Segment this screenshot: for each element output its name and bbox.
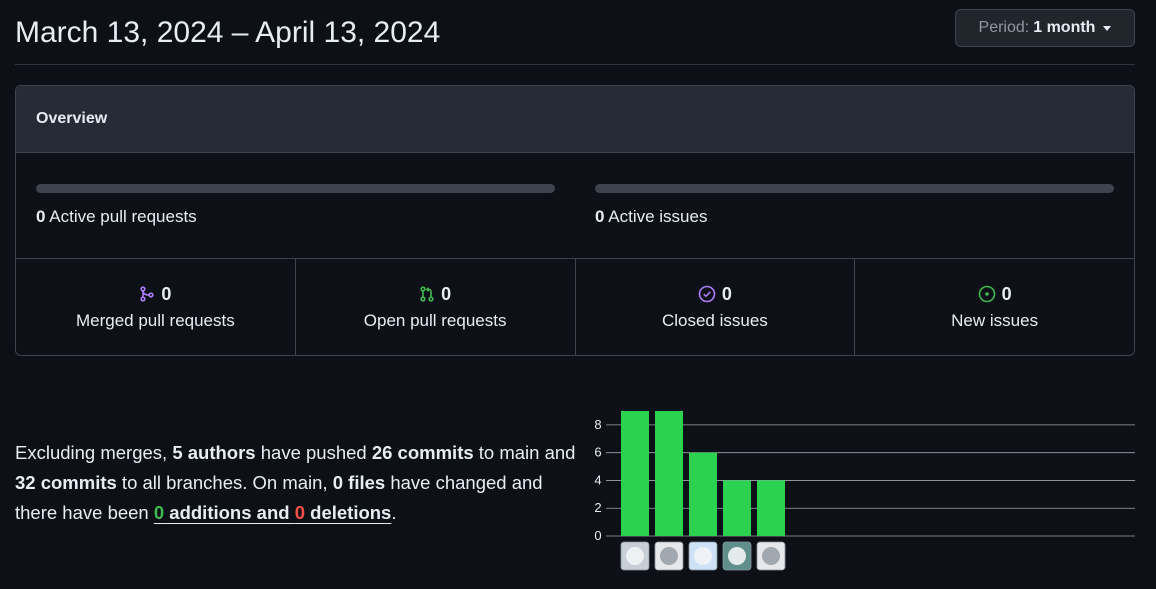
commit-bar[interactable]: [689, 452, 717, 536]
active-summary: 0 Active pull requests 0 Active issues: [16, 153, 1134, 259]
merged-pull-requests-count: 0: [161, 283, 172, 304]
summary-text: .: [391, 502, 397, 523]
closed-issues-count: 0: [721, 283, 732, 304]
avatar-face-icon: [694, 547, 712, 565]
active-issues-bar: [595, 184, 1114, 193]
avatar-face-icon: [660, 547, 678, 565]
y-tick-label: 6: [594, 445, 601, 460]
y-tick-label: 8: [594, 417, 601, 432]
additions-label: additions: [164, 502, 252, 523]
summary-text: to main and: [473, 442, 576, 463]
additions-count: 0: [153, 502, 165, 523]
active-pull-requests-link[interactable]: 0 Active pull requests: [36, 207, 197, 227]
avatar-face-icon: [762, 547, 780, 565]
deletions-label: deletions: [305, 502, 392, 523]
commit-summary: Excluding merges, 5 authors have pushed …: [15, 438, 585, 528]
new-issues-count: 0: [1001, 283, 1012, 304]
avatar-face-icon: [626, 547, 644, 565]
overview-panel: Overview 0 Active pull requests 0 Active…: [15, 85, 1135, 356]
period-dropdown-button[interactable]: Period: 1 month: [955, 9, 1135, 47]
issue-opened-icon: [978, 285, 995, 303]
avatar-face-icon: [728, 547, 746, 565]
commits-bar-chart: 0 2 4 6 8: [594, 411, 1135, 571]
summary-text: to all branches. On main,: [116, 472, 333, 493]
commits-all-count: 32 commits: [15, 472, 117, 493]
and-label: and: [251, 502, 295, 523]
active-pull-requests-bar: [36, 184, 555, 193]
period-label: Period:: [978, 19, 1030, 36]
authors-count: 5 authors: [172, 442, 256, 463]
active-issues-count: 0: [595, 207, 605, 226]
files-changed-count: 0 files: [332, 472, 386, 493]
summary-text: have pushed: [255, 442, 372, 463]
y-tick-label: 2: [594, 500, 601, 515]
y-tick-label: 0: [594, 528, 601, 543]
active-issues-label: Active issues: [608, 207, 708, 226]
issue-closed-icon: [698, 285, 716, 303]
overview-title: Overview: [36, 110, 108, 127]
period-value: 1 month: [1033, 19, 1096, 36]
closed-issues-stat[interactable]: 0 Closed issues: [576, 259, 856, 355]
git-pull-request-icon: [420, 286, 434, 302]
new-issues-label: New issues: [951, 310, 1039, 330]
date-range-title: March 13, 2024 – April 13, 2024: [15, 16, 441, 49]
active-pull-requests-label: Active pull requests: [49, 207, 197, 226]
merged-pull-requests-stat[interactable]: 0 Merged pull requests: [16, 259, 296, 355]
overview-header: Overview: [16, 86, 1134, 153]
commit-bar[interactable]: [757, 480, 785, 536]
active-issues-link[interactable]: 0 Active issues: [595, 207, 707, 227]
commit-bar[interactable]: [655, 411, 683, 536]
commits-main-count: 26 commits: [371, 442, 474, 463]
active-pull-requests-count: 0: [36, 207, 46, 226]
commit-bar[interactable]: [723, 480, 751, 536]
open-pull-requests-count: 0: [441, 283, 452, 304]
period-header: March 13, 2024 – April 13, 2024 Period: …: [15, 0, 1135, 65]
summary-text: Excluding merges,: [15, 442, 173, 463]
new-issues-stat[interactable]: 0 New issues: [855, 259, 1134, 355]
commit-bar[interactable]: [621, 411, 649, 536]
caret-down-icon: [1103, 25, 1112, 31]
open-pull-requests-stat[interactable]: 0 Open pull requests: [296, 259, 576, 355]
overview-stats: 0 Merged pull requests 0 Open pull reque…: [16, 259, 1134, 355]
git-merge-icon: [140, 286, 154, 302]
y-tick-label: 4: [594, 472, 601, 487]
merged-pull-requests-label: Merged pull requests: [75, 310, 235, 330]
closed-issues-label: Closed issues: [661, 310, 768, 330]
open-pull-requests-label: Open pull requests: [363, 310, 507, 330]
additions-deletions-link[interactable]: 0 additions and 0 deletions: [154, 502, 392, 523]
deletions-count: 0: [294, 502, 305, 523]
